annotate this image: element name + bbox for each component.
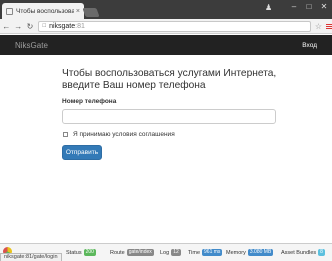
status-badge: 200 [83, 249, 96, 256]
menu-icon[interactable] [326, 23, 332, 29]
agree-label[interactable]: Я принимаю условия соглашения [73, 131, 175, 138]
status-url: niksgate:81/gate/login [0, 253, 62, 261]
new-tab-button[interactable] [82, 8, 100, 17]
back-arrow-icon[interactable]: ← [1, 22, 12, 31]
login-link[interactable]: Вход [302, 42, 317, 49]
memory-badge: 3.080 MB [247, 249, 274, 256]
minimize-icon[interactable]: – [289, 2, 299, 12]
debug-route[interactable]: Route gate/index [110, 249, 154, 256]
agree-checkbox[interactable] [63, 132, 68, 137]
page-favicon-icon [6, 7, 13, 15]
address-bar[interactable]: □ niksgate:81 [38, 20, 311, 32]
debug-log[interactable]: Log 12 [160, 249, 181, 256]
app-navbar: NiksGate Вход [0, 35, 332, 55]
time-label: Time [188, 249, 201, 256]
page-info-icon[interactable]: □ [42, 23, 46, 29]
debug-memory[interactable]: Memory 3.080 MB [226, 249, 274, 256]
memory-label: Memory [226, 249, 246, 256]
agree-terms[interactable]: Я принимаю условия соглашения [62, 131, 282, 138]
submit-button[interactable]: Отправить [62, 145, 102, 160]
browser-toolbar: ← → ↻ □ niksgate:81 ☆ [0, 19, 332, 34]
forward-arrow-icon[interactable]: → [13, 22, 24, 31]
star-icon[interactable]: ☆ [315, 22, 322, 31]
address-host: niksgate [49, 22, 76, 30]
brand-link[interactable]: NiksGate [15, 41, 48, 50]
route-badge: gate/index [126, 249, 154, 256]
log-label: Log [160, 249, 170, 256]
login-form: Чтобы воспользоваться услугами Интернета… [62, 68, 282, 160]
page-title: Чтобы воспользоваться услугами Интернета… [62, 68, 277, 91]
user-icon[interactable]: ♟ [265, 3, 272, 12]
log-badge: 12 [171, 249, 181, 256]
tab-title: Чтобы воспользоваться [16, 7, 74, 15]
status-label: Status [66, 249, 82, 256]
window-controls: – □ ✕ [289, 2, 329, 12]
browser-tab[interactable]: Чтобы воспользоваться × [2, 3, 84, 19]
bundles-label: Asset Bundles [281, 249, 317, 256]
tab-close-icon[interactable]: × [76, 8, 80, 15]
reload-icon[interactable]: ↻ [25, 22, 36, 31]
close-icon[interactable]: ✕ [319, 2, 329, 12]
time-badge: 961 ms [202, 249, 223, 256]
address-port: :81 [75, 22, 85, 30]
debug-bundles[interactable]: Asset Bundles 8 [281, 249, 325, 256]
debug-time[interactable]: Time 961 ms [188, 249, 223, 256]
browser-titlebar: Чтобы воспользоваться × ♟ – □ ✕ [0, 0, 332, 19]
route-label: Route [110, 249, 125, 256]
bundles-badge: 8 [318, 249, 325, 256]
debug-status[interactable]: Status 200 [66, 249, 96, 256]
maximize-icon[interactable]: □ [304, 2, 314, 12]
phone-input[interactable] [62, 109, 276, 124]
phone-label: Номер телефона [62, 98, 117, 105]
